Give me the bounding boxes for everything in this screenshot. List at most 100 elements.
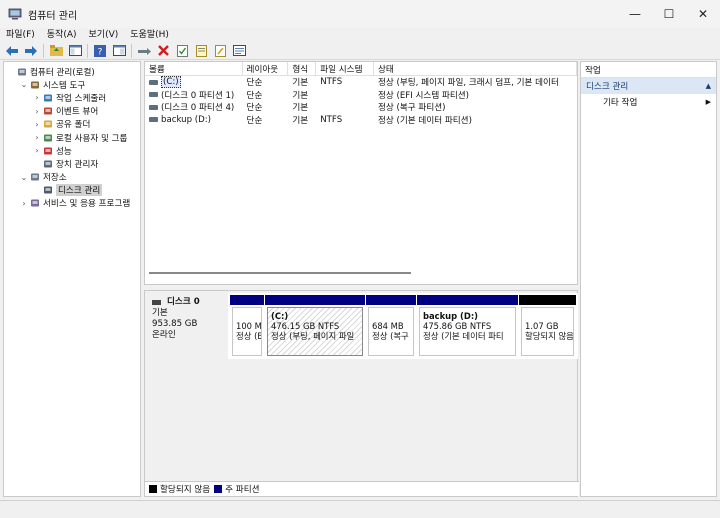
partition-block[interactable]: 1.07 GB 할당되지 않음 — [519, 295, 576, 358]
column-status[interactable]: 상태 — [374, 62, 577, 75]
horizontal-scrollbar[interactable] — [149, 272, 411, 274]
volume-row[interactable]: (디스크 0 파티션 1) 단순 기본 정상 (EFI 시스템 파티션) — [145, 89, 577, 102]
partition-spacer — [372, 311, 410, 321]
volume-icon — [149, 79, 158, 85]
expand-down-icon[interactable]: ⌄ — [19, 80, 29, 89]
connect-button[interactable] — [137, 44, 151, 58]
partition-status: 정상 (EFI — [236, 331, 262, 341]
expand-down-icon[interactable]: ⌄ — [19, 173, 29, 182]
volume-cell: (디스크 0 파티션 4) — [145, 101, 243, 114]
tree-item[interactable]: › 이벤트 뷰어 — [4, 105, 140, 118]
forward-button[interactable] — [24, 44, 38, 58]
shared-folder-icon — [42, 119, 53, 130]
partition-block[interactable]: (C:) 476.15 GB NTFS 정상 (부팅, 페이지 파일 — [265, 295, 365, 358]
volume-cell: 단순 — [246, 115, 263, 126]
disk-0-label[interactable]: 디스크 0 기본 953.85 GB 온라인 — [146, 293, 228, 359]
performance-icon — [42, 145, 53, 156]
tree-item[interactable]: › 로컬 사용자 및 그룹 — [4, 131, 140, 144]
toolbar-separator — [43, 43, 44, 58]
settings-window-icon — [232, 45, 246, 56]
check-document-icon — [176, 44, 188, 57]
back-button[interactable] — [5, 44, 19, 58]
show-hide-console-tree-button[interactable] — [68, 44, 82, 58]
volume-icon — [149, 92, 158, 98]
volume-list[interactable]: 볼륨 레이아웃 형식 파일 시스템 상태 (C:) 단순 기본 NTFS 정상 (부팅,… — [144, 61, 578, 285]
action-disk-management[interactable]: 디스크 관리 ▲ — [581, 78, 716, 94]
tree-item-label: 저장소 — [43, 173, 67, 184]
menu-action[interactable]: 동작(A) — [47, 27, 77, 40]
volume-name: backup (D:) — [161, 114, 212, 125]
partition-type-bar — [366, 295, 416, 305]
back-arrow-icon — [6, 45, 18, 56]
delete-button[interactable] — [156, 44, 170, 58]
partition-block[interactable]: 684 MB 정상 (복구 — [366, 295, 416, 358]
partition-block[interactable]: backup (D:) 475.86 GB NTFS 정상 (기본 데이터 파티 — [417, 295, 518, 358]
expand-right-icon[interactable]: › — [32, 107, 42, 116]
primary-partition-swatch — [214, 485, 223, 493]
tree-item[interactable]: 컴퓨터 관리(로컬) — [4, 65, 140, 78]
column-volume[interactable]: 볼륨 — [145, 62, 243, 75]
toolbar-separator — [131, 43, 132, 58]
expand-right-icon[interactable]: › — [19, 199, 29, 208]
menu-help[interactable]: 도움말(H) — [130, 27, 169, 40]
settings-view-button[interactable] — [232, 44, 246, 58]
edit-document-icon — [214, 44, 226, 57]
volume-row[interactable]: (디스크 0 파티션 4) 단순 기본 정상 (복구 파티션) — [145, 101, 577, 114]
column-file-system[interactable]: 파일 시스템 — [316, 62, 374, 75]
column-type[interactable]: 형식 — [288, 62, 317, 75]
tree-item[interactable]: ⌄ 시스템 도구 — [4, 78, 140, 91]
volume-cell: 정상 (기본 데이터 파티션) — [377, 115, 472, 126]
volume-row[interactable]: (C:) 단순 기본 NTFS 정상 (부팅, 페이지 파일, 크래시 덤프, 기본 데… — [145, 76, 577, 89]
tree-item[interactable]: › 서비스 및 응용 프로그램 — [4, 197, 140, 210]
edit-button[interactable] — [213, 44, 227, 58]
view-pane-button[interactable] — [112, 44, 126, 58]
partition-block[interactable]: 100 MB정상 (EFI — [230, 295, 264, 358]
disk-0-row[interactable]: 디스크 0 기본 953.85 GB 온라인 100 MB정상 (EFI(C:)… — [146, 293, 578, 359]
tree-item[interactable]: 디스크 관리 — [4, 184, 140, 197]
volume-cell: 단순 — [246, 90, 263, 101]
partition-body: 1.07 GB 할당되지 않음 — [521, 307, 574, 356]
partition-status: 정상 (부팅, 페이지 파일 — [271, 331, 355, 341]
volume-row[interactable]: backup (D:) 단순 기본 NTFS 정상 (기본 데이터 파티션) — [145, 114, 577, 127]
up-folder-button[interactable] — [49, 44, 63, 58]
menu-file[interactable]: 파일(F) — [6, 27, 35, 40]
toolbar-separator — [87, 43, 88, 58]
expand-right-icon[interactable]: › — [32, 146, 42, 155]
connect-icon — [137, 47, 151, 55]
tree-item[interactable]: 장치 관리자 — [4, 157, 140, 170]
volume-icon — [149, 117, 158, 123]
volume-cell: 기본 — [292, 78, 309, 89]
partition-status: 할당되지 않음 — [525, 331, 574, 341]
action-more-actions[interactable]: 기타 작업 ▶ — [581, 94, 716, 110]
legend: 할당되지 않음 주 파티션 — [145, 481, 579, 496]
help-button[interactable]: ? — [93, 44, 107, 58]
services-icon — [29, 198, 40, 209]
tree-item[interactable]: ⌄ 저장소 — [4, 171, 140, 184]
actions-header: 작업 — [581, 62, 716, 78]
menu-view[interactable]: 보기(V) — [89, 27, 119, 40]
tree-item-label: 시스템 도구 — [43, 80, 86, 91]
tree-item[interactable]: › 성능 — [4, 144, 140, 157]
disk-name: 디스크 0 — [167, 297, 200, 307]
console-tree-icon — [68, 45, 82, 56]
folder-up-icon — [49, 45, 63, 56]
collapse-up-icon[interactable]: ▲ — [706, 82, 711, 90]
volume-cell: 기본 — [292, 103, 309, 114]
check-button[interactable] — [175, 44, 189, 58]
tree-item[interactable]: › 작업 스케줄러 — [4, 91, 140, 104]
properties-button[interactable] — [194, 44, 208, 58]
partition-status: 정상 (기본 데이터 파티 — [423, 331, 504, 341]
expand-right-icon[interactable]: › — [32, 93, 42, 102]
column-layout[interactable]: 레이아웃 — [243, 62, 289, 75]
submenu-arrow-icon: ▶ — [705, 98, 711, 106]
action-disk-management-label: 디스크 관리 — [586, 82, 629, 92]
volume-cell: 기본 — [292, 115, 309, 126]
tree-item-label: 이벤트 뷰어 — [56, 107, 99, 118]
volume-name: (C:) — [161, 76, 181, 89]
console-tree[interactable]: 컴퓨터 관리(로컬) ⌄ 시스템 도구 › 작업 스케줄러 › 이벤트 뷰어 › 공유 폴더 › 로… — [3, 61, 141, 497]
expand-right-icon[interactable]: › — [32, 133, 42, 142]
users-icon — [42, 132, 53, 143]
expand-right-icon[interactable]: › — [32, 120, 42, 129]
partition-body: backup (D:) 475.86 GB NTFS 정상 (기본 데이터 파티 — [419, 307, 516, 356]
tree-item[interactable]: › 공유 폴더 — [4, 118, 140, 131]
